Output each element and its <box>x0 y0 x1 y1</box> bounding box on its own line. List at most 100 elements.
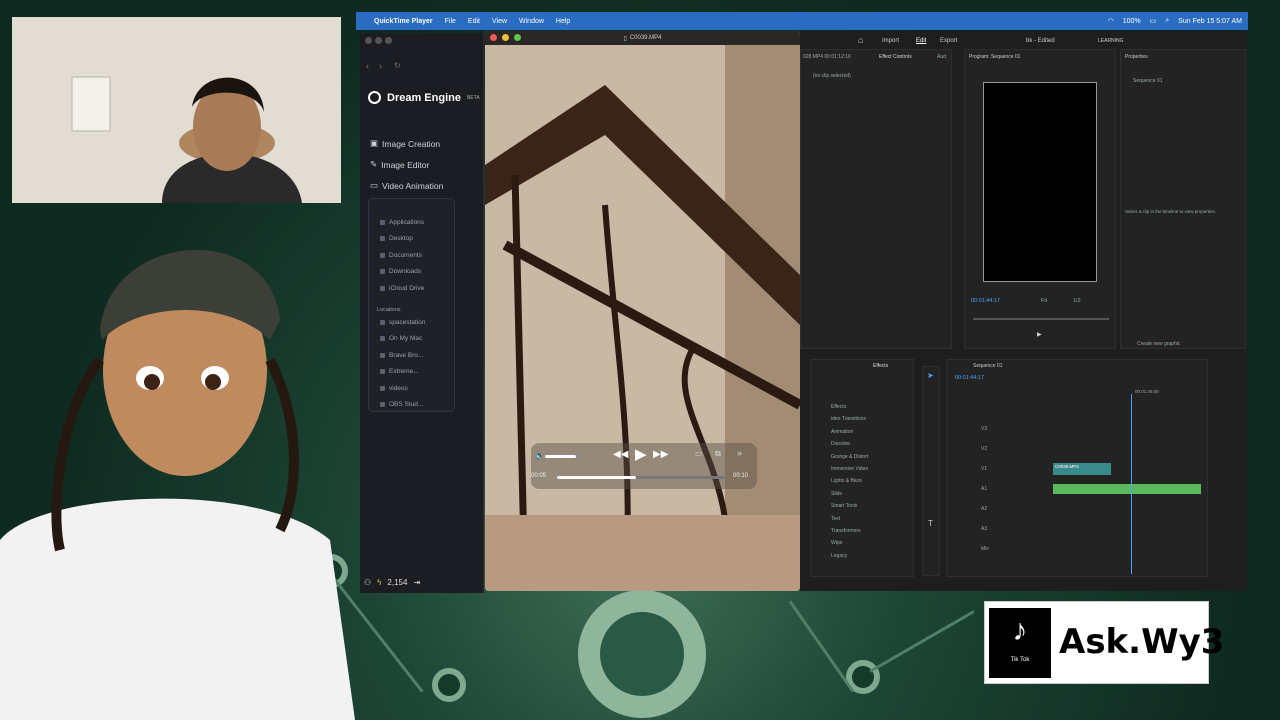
menu-view[interactable]: View <box>492 18 507 25</box>
wifi-icon[interactable]: ◠ <box>1108 17 1114 25</box>
location-item[interactable]: On My Mac <box>380 335 422 342</box>
play-icon[interactable]: ▶ <box>635 445 647 463</box>
cloud-icon <box>380 286 385 291</box>
tab-import[interactable]: Import <box>882 38 899 44</box>
type-tool-icon[interactable]: T <box>928 519 933 528</box>
workspace-label[interactable]: LEARNING <box>1098 38 1124 44</box>
file-icon: ▯ <box>623 35 627 42</box>
effects-folder[interactable]: Text <box>831 516 840 522</box>
tab-edit[interactable]: Edit <box>916 38 926 44</box>
track-header[interactable]: Mix <box>981 546 989 552</box>
sidebar-item-icloud[interactable]: iCloud Drive <box>380 285 424 292</box>
playhead[interactable] <box>1131 394 1132 574</box>
nav-image-editor[interactable]: ✎ Image Editor <box>370 159 429 170</box>
track-header[interactable]: V1 <box>981 466 987 472</box>
effects-folder[interactable]: Legacy <box>831 553 847 559</box>
effects-folder[interactable]: Slide <box>831 491 842 497</box>
minimize-button[interactable] <box>375 37 382 44</box>
sidebar-item-applications[interactable]: Applications <box>380 219 424 226</box>
fast-forward-icon[interactable]: ▶▶ <box>653 449 668 460</box>
battery-icon[interactable]: ▭ <box>1150 17 1157 25</box>
scrubber-fill <box>557 476 636 479</box>
menu-app-name[interactable]: QuickTime Player <box>374 18 433 25</box>
track-header[interactable]: V3 <box>981 426 987 432</box>
pip-icon[interactable]: ⧉ <box>715 449 721 459</box>
video-clip[interactable]: C0039.MP4 <box>1053 463 1111 475</box>
scrubber-bar[interactable] <box>557 476 725 479</box>
sidebar-item-desktop[interactable]: Desktop <box>380 235 413 242</box>
menu-help[interactable]: Help <box>556 18 570 25</box>
effects-folder[interactable]: ideo Transitions <box>831 416 866 422</box>
tiktok-handle: Ask.Wy3 <box>1059 622 1225 662</box>
location-item[interactable]: Brave Bro... <box>380 352 423 359</box>
credits-count: 2,154 <box>387 578 408 587</box>
program-title[interactable]: Program: Sequence 01 <box>969 54 1020 60</box>
clock[interactable]: Sun Feb 15 5:07 AM <box>1178 18 1242 25</box>
effects-folder[interactable]: Transformers <box>831 528 861 534</box>
effects-folder[interactable]: Dissolve <box>831 441 850 447</box>
user-icon[interactable]: ⚇ <box>364 578 371 587</box>
tab-export[interactable]: Export <box>940 38 957 44</box>
program-preview[interactable] <box>983 82 1097 282</box>
forward-icon[interactable]: › <box>379 61 382 71</box>
quality-dropdown[interactable]: 1/2 <box>1073 298 1081 304</box>
location-item[interactable]: spacestation <box>380 319 426 326</box>
close-button[interactable] <box>490 34 497 41</box>
track-header[interactable]: A3 <box>981 526 987 532</box>
effects-folder[interactable]: Effects <box>831 404 846 410</box>
fit-dropdown[interactable]: Fit <box>1041 298 1047 304</box>
playback-controls: 🔈 ◀◀ ▶ ▶▶ ▭ ⧉ » 00:05 00:10 <box>531 443 757 489</box>
effects-folder[interactable]: Wipe <box>831 540 842 546</box>
effects-folder[interactable]: Animation <box>831 429 853 435</box>
nav-video-animation[interactable]: ▭ Video Animation <box>370 180 443 191</box>
menu-edit[interactable]: Edit <box>468 18 480 25</box>
effects-folder[interactable]: Lights & Blurs <box>831 478 862 484</box>
folder-icon <box>380 253 385 258</box>
home-icon[interactable]: ⌂ <box>858 35 863 45</box>
rewind-icon[interactable]: ◀◀ <box>613 449 628 460</box>
more-icon[interactable]: » <box>737 448 742 458</box>
close-button[interactable] <box>365 37 372 44</box>
location-item[interactable]: videos <box>380 385 408 392</box>
clip-label: C0039.MP4 <box>1055 464 1079 469</box>
minimize-button[interactable] <box>502 34 509 41</box>
search-icon[interactable]: ⌕ <box>1165 17 1169 25</box>
nav-image-creation[interactable]: ▣ Image Creation <box>370 138 440 149</box>
program-scrubber[interactable] <box>973 318 1109 320</box>
effects-folder[interactable]: Smart Tools <box>831 503 857 509</box>
airplay-icon[interactable]: ▭ <box>695 449 703 458</box>
reload-icon[interactable]: ↻ <box>394 61 401 70</box>
video-icon: ▭ <box>370 180 379 190</box>
sidebar-item-documents[interactable]: Documents <box>380 252 422 259</box>
export-icon[interactable]: ⇥ <box>413 578 420 587</box>
maximize-button[interactable] <box>514 34 521 41</box>
tab-effect-controls[interactable]: Effect Controls <box>879 54 912 60</box>
tools-panel: ➤ T <box>922 366 940 576</box>
sidebar-item-downloads[interactable]: Downloads <box>380 268 421 275</box>
effects-folder[interactable]: Grunge & Distort <box>831 454 868 460</box>
tab-effects[interactable]: Effects <box>873 363 888 369</box>
play-icon[interactable]: ▶ <box>1037 331 1042 338</box>
track-header[interactable]: V2 <box>981 446 987 452</box>
effects-folder[interactable]: Immersive Video <box>831 466 868 472</box>
selection-tool-icon[interactable]: ➤ <box>927 371 934 380</box>
location-item[interactable]: Extreme... <box>380 368 419 375</box>
sequence-tab[interactable]: Sequence 01 <box>973 363 1002 369</box>
maximize-button[interactable] <box>385 37 392 44</box>
audio-clip[interactable] <box>1053 484 1201 494</box>
menu-window[interactable]: Window <box>519 18 544 25</box>
create-graphic-button[interactable]: Create new graphic <box>1137 341 1180 347</box>
back-icon[interactable]: ‹ <box>366 61 369 71</box>
menu-file[interactable]: File <box>445 18 456 25</box>
volume-icon[interactable]: 🔈 <box>535 451 545 460</box>
track-header[interactable]: A1 <box>981 486 987 492</box>
tab-audio[interactable]: Aud <box>937 54 946 60</box>
volume-slider[interactable] <box>545 455 581 458</box>
location-item[interactable]: OBS Stud... <box>380 401 423 408</box>
quicktime-player-window[interactable]: ▯ C0039.MP4 🔈 ◀◀ ▶ ▶▶ ▭ ⧉ » 00:05 00:10 <box>485 31 800 591</box>
effects-folder-label: Grunge & Distort <box>831 453 869 460</box>
title-bar[interactable]: ▯ C0039.MP4 <box>485 31 800 45</box>
track-header[interactable]: A2 <box>981 506 987 512</box>
effect-controls-panel: 028.MP4 00:01:12:16 Effect Controls Aud … <box>800 49 952 349</box>
battery-percent: 100% <box>1122 17 1141 25</box>
